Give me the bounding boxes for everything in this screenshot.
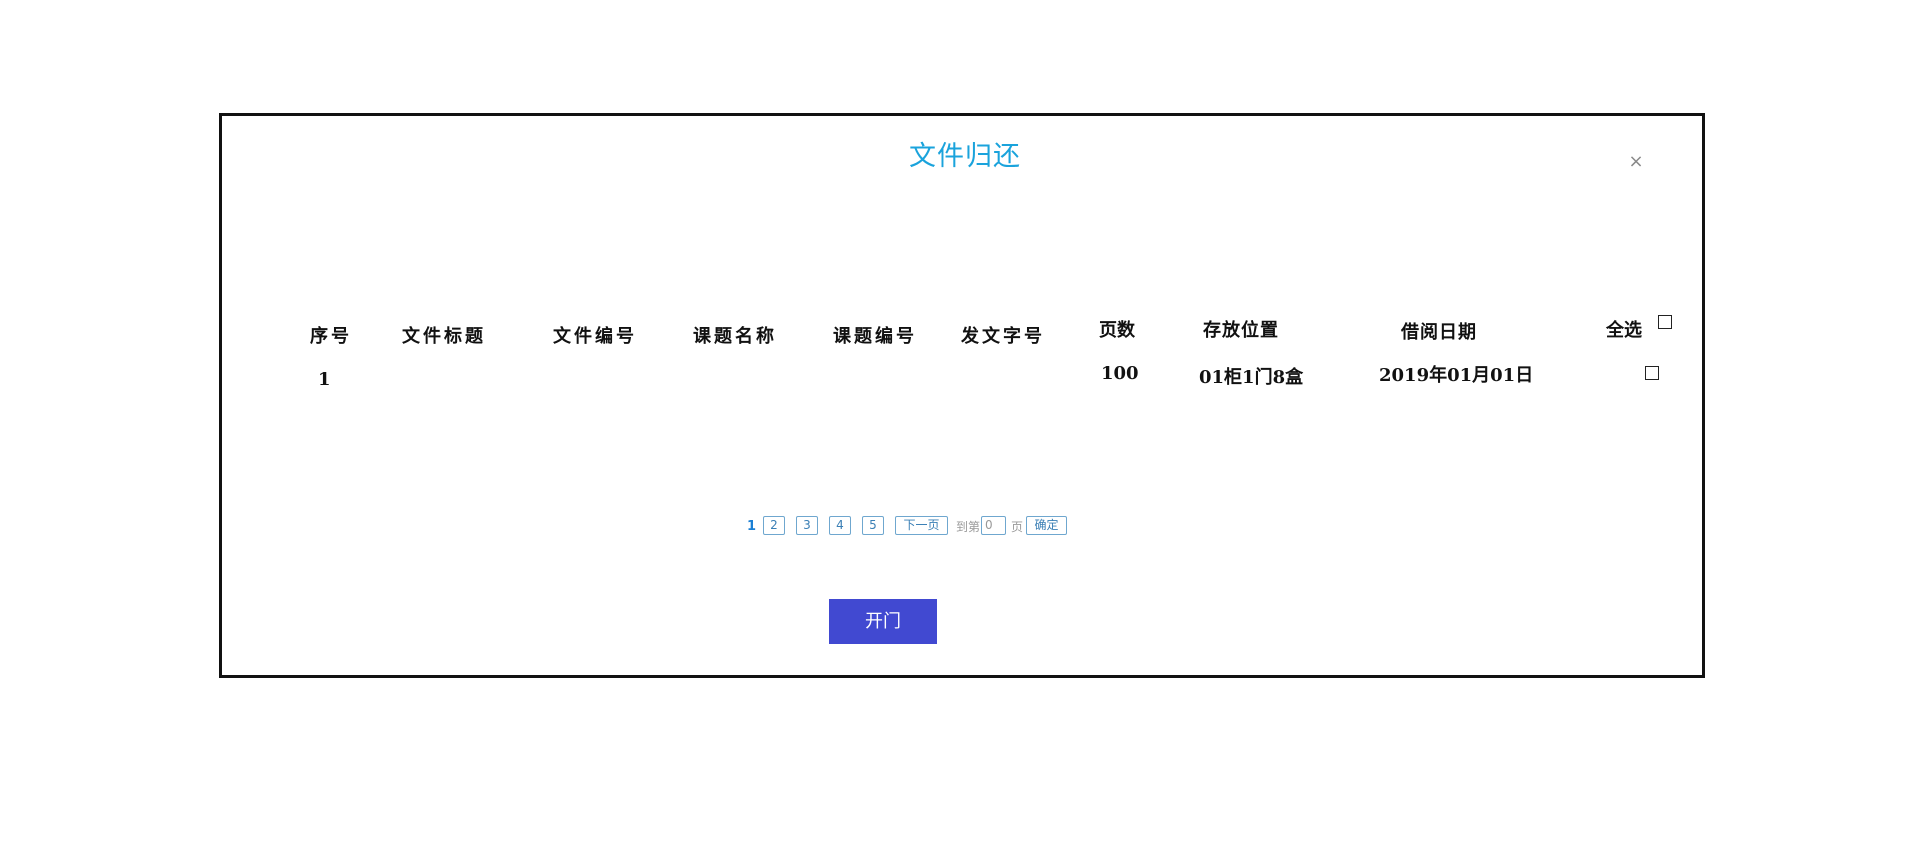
header-issue-number: 发文字号 (961, 326, 1045, 347)
close-icon[interactable]: × (1624, 150, 1648, 174)
pager-goto-prefix: 到第 (956, 520, 981, 534)
pager-page-2[interactable]: 2 (763, 516, 785, 535)
cell-location: 01柜1门8盒 (1199, 367, 1304, 388)
row-select-checkbox[interactable] (1645, 366, 1659, 380)
pager-page-3[interactable]: 3 (796, 516, 818, 535)
cell-borrow-date: 2019年01月01日 (1379, 365, 1534, 386)
cell-pages: 100 (1101, 363, 1139, 384)
header-topic-number: 课题编号 (833, 326, 917, 347)
pager-goto-suffix: 页 (1011, 520, 1024, 534)
dialog-title: 文件归还 (909, 141, 1021, 172)
header-location: 存放位置 (1203, 320, 1279, 341)
header-topic-name: 课题名称 (693, 326, 777, 347)
file-return-dialog: 文件归还 × 序号 文件标题 文件编号 课题名称 课题编号 发文字号 页数 存放… (219, 113, 1705, 678)
header-select-all: 全选 (1606, 320, 1642, 341)
select-all-checkbox[interactable] (1658, 315, 1672, 329)
header-file-number: 文件编号 (553, 326, 637, 347)
header-file-title: 文件标题 (402, 326, 486, 347)
pager-next-button[interactable]: 下一页 (895, 516, 948, 535)
pager-confirm-button[interactable]: 确定 (1026, 516, 1067, 535)
header-index: 序号 (310, 326, 352, 347)
cell-index: 1 (318, 369, 331, 390)
header-pages: 页数 (1099, 320, 1135, 341)
open-door-button[interactable]: 开门 (829, 599, 937, 644)
pager-current-page[interactable]: 1 (747, 519, 756, 534)
pager-goto-input[interactable]: 0 (981, 516, 1006, 535)
header-borrow-date: 借阅日期 (1401, 322, 1477, 343)
pager-page-4[interactable]: 4 (829, 516, 851, 535)
pager-page-5[interactable]: 5 (862, 516, 884, 535)
